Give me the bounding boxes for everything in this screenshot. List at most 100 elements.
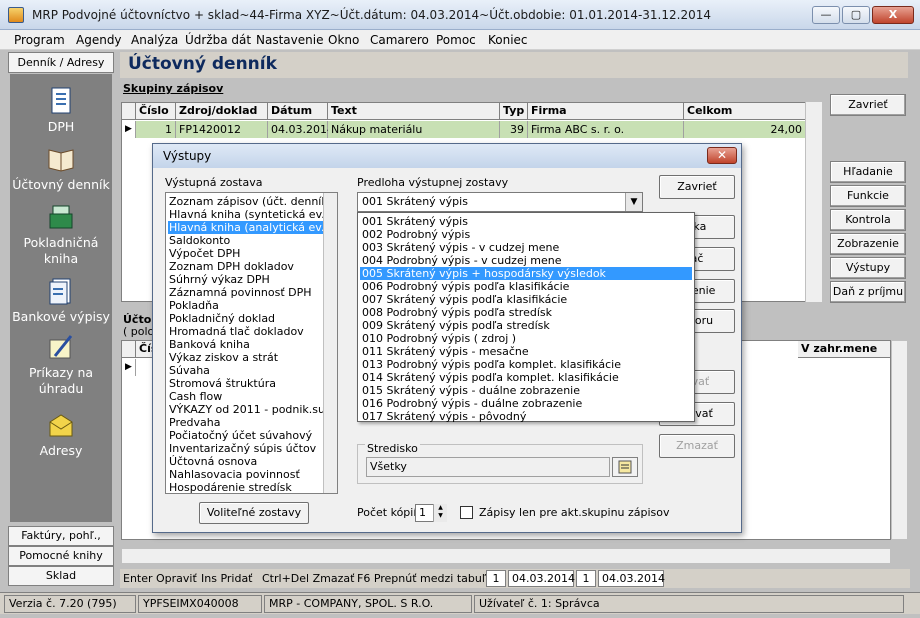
sidebar-item-prikazy-na-uhradu[interactable]: Príkazy na úhradu [10, 332, 112, 397]
col-datum[interactable]: Dátum [268, 103, 328, 120]
sidebar-item-bankove-vypisy[interactable]: Bankové výpisy [10, 276, 112, 325]
list-item[interactable]: Inventarizačný súpis účtov [168, 442, 316, 455]
list-item[interactable]: Hlavná kniha (syntetická ev.) [168, 208, 329, 221]
dropdown-option[interactable]: 004 Podrobný výpis - v cudzej mene [360, 254, 692, 267]
center-field[interactable]: Všetky [366, 457, 610, 477]
dropdown-option[interactable]: 007 Skrátený výpis podľa klasifikácie [360, 293, 692, 306]
list-item[interactable]: Súvaha [168, 364, 210, 377]
dropdown-option[interactable]: 017 Skrátený výpis - pôvodný [360, 410, 692, 423]
dialog-close-icon[interactable]: ✕ [707, 147, 737, 164]
table-cell[interactable]: 1 [136, 121, 176, 138]
stepper-arrows-icon[interactable]: ▲ ▼ [433, 504, 447, 522]
list-item[interactable]: Súhrný výkaz DPH [168, 273, 270, 286]
list-item[interactable]: Nahlasovacia povinnosť [168, 468, 300, 481]
menu-udrzba[interactable]: Údržba dát [185, 33, 251, 47]
functions-button[interactable]: Funkcie [830, 185, 906, 207]
view-button[interactable]: Zobrazenie [830, 233, 906, 255]
menu-camarero[interactable]: Camarero [370, 33, 429, 47]
dropdown-option[interactable]: 006 Podrobný výpis podľa klasifikácie [360, 280, 692, 293]
menu-analyza[interactable]: Analýza [131, 33, 178, 47]
dropdown-option[interactable]: 001 Skrátený výpis [360, 215, 692, 228]
list-item[interactable]: Výkaz ziskov a strát [168, 351, 278, 364]
close-main-button[interactable]: Zavrieť [830, 94, 906, 116]
col-firma[interactable]: Firma [528, 103, 684, 120]
menu-agendy[interactable]: Agendy [76, 33, 122, 47]
report-listbox[interactable]: Zoznam zápisov (účt. denník) Hlavná knih… [165, 192, 338, 494]
list-item[interactable]: Účtovná osnova [168, 455, 257, 468]
table-cell[interactable]: Nákup materiálu [328, 121, 500, 138]
dropdown-option[interactable]: 009 Skrátený výpis podľa stredísk [360, 319, 692, 332]
table-cell[interactable]: 39 [500, 121, 528, 138]
table-cell[interactable]: FP1420012 [176, 121, 268, 138]
list-item[interactable]: Zoznam zápisov (účt. denník) [168, 195, 332, 208]
list-item[interactable]: Predvaha [168, 416, 220, 429]
menu-koniec[interactable]: Koniec [488, 33, 528, 47]
table-cell[interactable]: Firma ABC s. r. o. [528, 121, 684, 138]
col-celkom[interactable]: Celkom [684, 103, 806, 120]
sidebar-tab-pomocne-knihy[interactable]: Pomocné knihy [8, 546, 114, 566]
template-select[interactable]: 001 Skrátený výpis ▼ [357, 192, 643, 212]
list-item[interactable]: Pokladňa [168, 299, 219, 312]
current-group-checkbox[interactable] [460, 506, 473, 519]
dropdown-option[interactable]: 016 Podrobný výpis - duálne zobrazenie [360, 397, 692, 410]
income-tax-button[interactable]: Daň z príjmu [830, 281, 906, 303]
dialog-close-button[interactable]: Zavrieť [659, 175, 735, 199]
list-item[interactable]: Saldokonto [168, 234, 230, 247]
col-typ[interactable]: Typ [500, 103, 528, 120]
horizontal-scrollbar[interactable] [121, 548, 891, 564]
list-item[interactable]: Počiatočný účet súvahový [168, 429, 312, 442]
list-item[interactable]: Hospodárenie stredísk [168, 481, 292, 493]
col-v-zahr-mene[interactable]: V zahr.mene [798, 341, 891, 358]
dropdown-option[interactable]: 013 Podrobný výpis podľa komplet. klasif… [360, 358, 692, 371]
close-button[interactable]: X [872, 6, 914, 24]
list-item[interactable]: Zoznam DPH dokladov [168, 260, 294, 273]
dropdown-option[interactable]: 005 Skrátený výpis + hospodársky výsledo… [360, 267, 692, 280]
optional-reports-button[interactable]: Voliteľné zostavy [199, 502, 309, 524]
list-item[interactable]: Stromová štruktúra [168, 377, 276, 390]
sidebar-tab-faktury[interactable]: Faktúry, pohľ., záv. [8, 526, 114, 560]
list-item[interactable]: Pokladničný doklad [168, 312, 275, 325]
dropdown-option[interactable]: 003 Skrátený výpis - v cudzej mene [360, 241, 692, 254]
lookup-icon[interactable] [612, 457, 638, 477]
grid-scrollbar[interactable] [891, 340, 908, 540]
menu-program[interactable]: Program [14, 33, 65, 47]
dropdown-option[interactable]: 014 Skrátený výpis podľa komplet. klasif… [360, 371, 692, 384]
sidebar-tab-dennik-adresy[interactable]: Denník / Adresy [8, 52, 114, 73]
list-item[interactable]: Výpočet DPH [168, 247, 240, 260]
table-cell[interactable]: 04.03.2014 [268, 121, 334, 138]
check-button[interactable]: Kontrola [830, 209, 906, 231]
status-bar: Verzia č. 7.20 (795) YPFSEIMX040008 MRP … [0, 592, 920, 614]
outputs-button[interactable]: Výstupy [830, 257, 906, 279]
dropdown-option[interactable]: 008 Podrobný výpis podľa stredísk [360, 306, 692, 319]
list-item[interactable]: Cash flow [168, 390, 222, 403]
list-item[interactable]: Banková kniha [168, 338, 250, 351]
dropdown-option[interactable]: 015 Skrátený výpis - duálne zobrazenie [360, 384, 692, 397]
col-cislo[interactable]: Číslo [136, 103, 176, 120]
list-item[interactable]: Záznamná povinnosť DPH [168, 286, 312, 299]
menu-nastavenie[interactable]: Nastavenie [256, 33, 323, 47]
menu-okno[interactable]: Okno [328, 33, 359, 47]
search-button[interactable]: Hľadanie [830, 161, 906, 183]
list-item[interactable]: VÝKAZY od 2011 - podnik.subj. [168, 403, 337, 416]
minimize-button[interactable]: — [812, 6, 840, 24]
sidebar-tab-sklad[interactable]: Sklad [8, 566, 114, 586]
list-scrollbar[interactable] [323, 193, 337, 493]
sidebar-item-uctovny-dennik[interactable]: Účtovný denník [10, 144, 112, 193]
col-zdroj[interactable]: Zdroj/doklad [176, 103, 268, 120]
template-dropdown[interactable]: 001 Skrátený výpis 002 Podrobný výpis 00… [357, 212, 695, 423]
chevron-down-icon[interactable]: ▼ [625, 193, 642, 211]
list-item[interactable]: Hlavná kniha (analytická ev.) [168, 221, 329, 234]
dropdown-option[interactable]: 002 Podrobný výpis [360, 228, 692, 241]
dropdown-option[interactable]: 010 Podrobný výpis ( zdroj ) [360, 332, 692, 345]
table-cell[interactable]: 24,00 [684, 121, 806, 138]
menu-pomoc[interactable]: Pomoc [436, 33, 476, 47]
delete-button[interactable]: Zmazať [659, 434, 735, 458]
maximize-button[interactable]: ▢ [842, 6, 870, 24]
grid-scrollbar[interactable] [805, 102, 822, 302]
list-item[interactable]: Hromadná tlač dokladov [168, 325, 304, 338]
sidebar-item-dph[interactable]: DPH [10, 86, 112, 135]
sidebar-item-adresy[interactable]: Adresy [10, 410, 112, 459]
dropdown-option[interactable]: 011 Skrátený výpis - mesačne [360, 345, 692, 358]
col-text[interactable]: Text [328, 103, 500, 120]
sidebar-item-pokladnicna-kniha[interactable]: Pokladničná kniha [10, 202, 112, 267]
